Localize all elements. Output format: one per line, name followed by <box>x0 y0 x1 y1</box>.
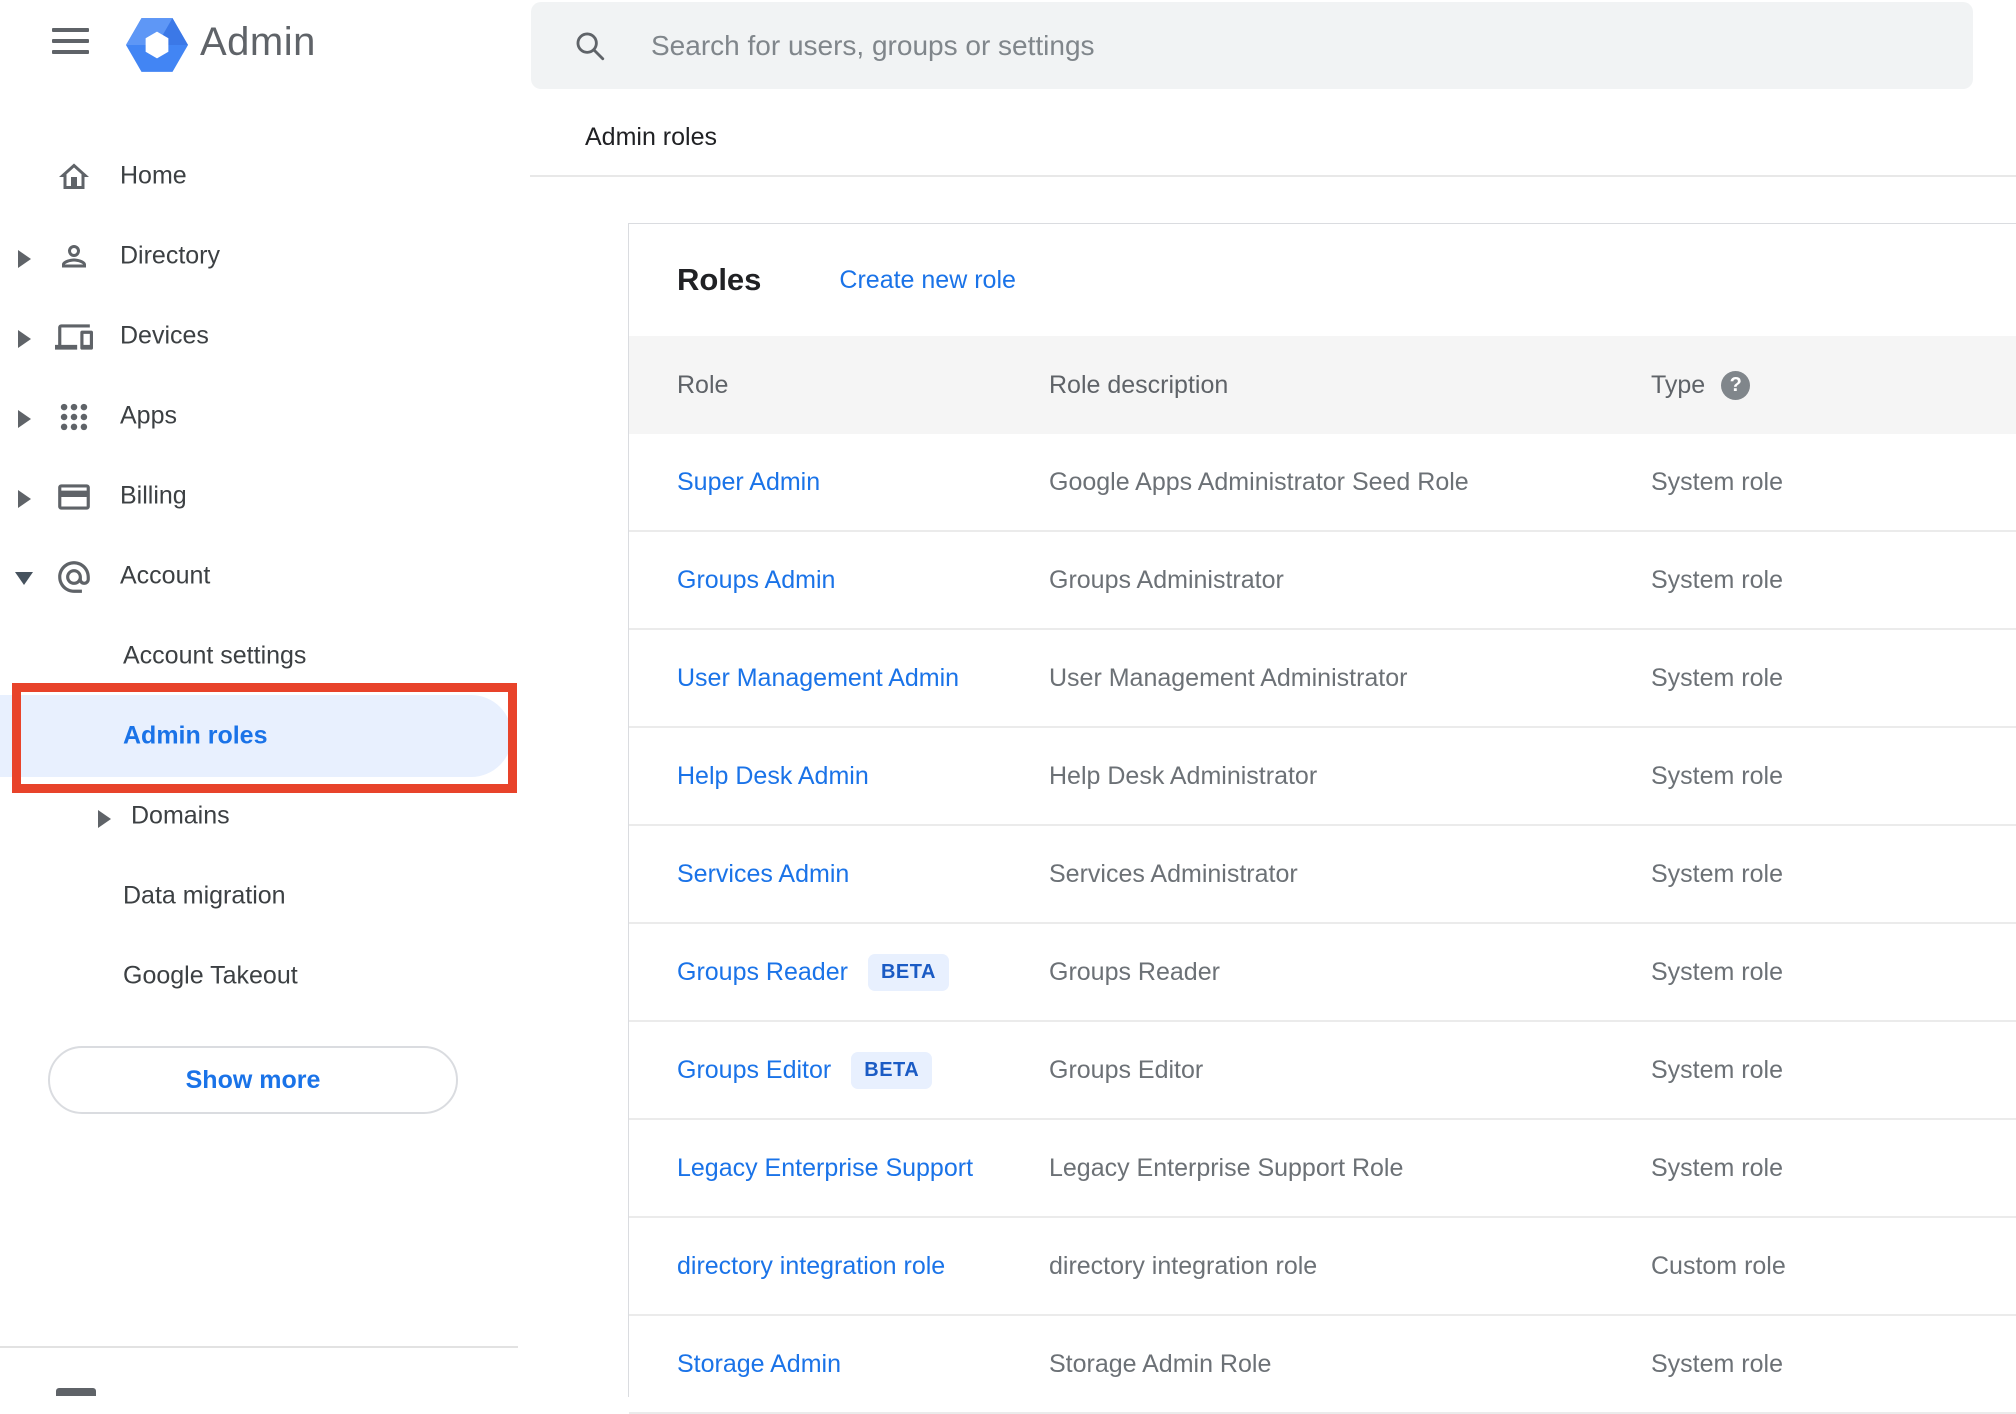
role-description-cell: User Management Administrator <box>1049 663 1408 692</box>
sidebar-item-label: Directory <box>120 241 221 270</box>
table-row: Help Desk Admin Help Desk Administrator Sy… <box>629 728 2016 826</box>
role-description-cell: Groups Editor <box>1049 1055 1204 1084</box>
sidebar-item-label: Account <box>120 561 211 590</box>
role-link[interactable]: Groups Admin <box>677 566 835 595</box>
table-row: directory integration role directory inte… <box>629 1218 2016 1316</box>
sidebar-item-home[interactable]: Home <box>0 136 530 216</box>
table-row: Groups Admin Groups Administrator System r… <box>629 532 2016 630</box>
role-link[interactable]: User Management Admin <box>677 664 959 693</box>
breadcrumb: Admin roles <box>585 123 717 151</box>
table-row: Services Admin Services Administrator Syst… <box>629 826 2016 924</box>
collapse-arrow-icon <box>15 572 33 585</box>
sidebar-item-google-takeout[interactable]: Google Takeout <box>0 936 530 1016</box>
role-description-cell: directory integration role <box>1049 1251 1318 1280</box>
annotation-highlight-box <box>12 683 517 793</box>
table-header-row: Role Role description Type ? <box>629 336 2016 434</box>
table-row: User Management Admin User Management Adm… <box>629 630 2016 728</box>
sidebar-item-label: Account settings <box>123 641 307 670</box>
card-title: Roles <box>677 262 762 297</box>
role-type-cell: System role <box>1651 957 1783 986</box>
sidebar-item-devices[interactable]: Devices <box>0 296 530 376</box>
table-row: Storage Admin Storage Admin Role System ro… <box>629 1316 2016 1414</box>
sidebar: Admin Home Directory Devices Apps Billing Acc… <box>0 0 530 1396</box>
header-divider <box>530 175 2016 177</box>
apps-grid-icon <box>55 398 93 436</box>
sidebar-item-label: Domains <box>131 801 230 830</box>
sidebar-bottom-divider <box>0 1346 518 1348</box>
role-type-cell: System role <box>1651 1153 1783 1182</box>
table-row: Legacy Enterprise Support Legacy Enterpri… <box>629 1120 2016 1218</box>
expand-arrow-icon <box>98 810 111 828</box>
sidebar-item-apps[interactable]: Apps <box>0 376 530 456</box>
role-link[interactable]: Groups Reader <box>677 958 848 987</box>
sidebar-item-directory[interactable]: Directory <box>0 216 530 296</box>
card-header: Roles Create new role <box>629 224 2016 336</box>
role-type-cell: System role <box>1651 859 1783 888</box>
role-link[interactable]: Legacy Enterprise Support <box>677 1154 973 1183</box>
sidebar-item-label: Google Takeout <box>123 961 298 990</box>
credit-card-icon <box>55 478 93 516</box>
column-header-role-description: Role description <box>1049 370 1229 399</box>
roles-table-body: Super Admin Google Apps Administrator See… <box>629 434 2016 1414</box>
role-link[interactable]: Services Admin <box>677 860 849 889</box>
column-header-role: Role <box>677 370 729 399</box>
sidebar-nav: Home Directory Devices Apps Billing Account Ac… <box>0 136 530 1016</box>
column-header-type: Type <box>1651 370 1706 399</box>
expand-arrow-icon <box>18 410 31 428</box>
sidebar-item-label: Data migration <box>123 881 286 910</box>
role-description-cell: Storage Admin Role <box>1049 1349 1272 1378</box>
expand-arrow-icon <box>18 490 31 508</box>
help-icon[interactable]: ? <box>1721 370 1751 400</box>
sidebar-item-label: Devices <box>120 321 209 350</box>
sidebar-item-billing[interactable]: Billing <box>0 456 530 536</box>
role-type-cell: System role <box>1651 467 1783 496</box>
devices-icon <box>55 318 93 356</box>
search-icon <box>576 32 605 60</box>
search-bar[interactable] <box>531 2 1973 89</box>
role-type-cell: System role <box>1651 1349 1783 1378</box>
beta-badge: BETA <box>851 1051 933 1089</box>
google-admin-logo-icon <box>126 16 188 79</box>
sidebar-item-label: Billing <box>120 481 187 510</box>
role-type-cell: System role <box>1651 663 1783 692</box>
role-description-cell: Help Desk Administrator <box>1049 761 1318 790</box>
create-new-role-link[interactable]: Create new role <box>839 266 1015 295</box>
role-description-cell: Groups Reader <box>1049 957 1220 986</box>
role-link[interactable]: Groups Editor <box>677 1056 831 1085</box>
table-row: Groups Reader BETA Groups Reader System rol… <box>629 924 2016 1022</box>
beta-badge: BETA <box>867 953 949 991</box>
role-link[interactable]: directory integration role <box>677 1252 945 1281</box>
role-description-cell: Legacy Enterprise Support Role <box>1049 1153 1404 1182</box>
role-type-cell: System role <box>1651 1055 1783 1084</box>
sidebar-item-data-migration[interactable]: Data migration <box>0 856 530 936</box>
expand-arrow-icon <box>18 330 31 348</box>
role-link[interactable]: Storage Admin <box>677 1350 841 1379</box>
role-type-cell: System role <box>1651 565 1783 594</box>
app-title: Admin <box>200 20 316 64</box>
at-sign-icon <box>55 558 93 596</box>
role-description-cell: Groups Administrator <box>1049 565 1284 594</box>
hamburger-menu-icon[interactable] <box>52 28 89 58</box>
roles-card: Roles Create new role Role Role descript… <box>628 223 2016 1414</box>
role-link[interactable]: Super Admin <box>677 468 820 497</box>
role-description-cell: Services Administrator <box>1049 859 1298 888</box>
role-link[interactable]: Help Desk Admin <box>677 762 869 791</box>
cutoff-bottom-icon <box>56 1388 96 1396</box>
home-icon <box>55 158 93 196</box>
show-more-button[interactable]: Show more <box>48 1046 458 1114</box>
role-description-cell: Google Apps Administrator Seed Role <box>1049 467 1469 496</box>
sidebar-item-account[interactable]: Account <box>0 536 530 616</box>
sidebar-item-label: Apps <box>120 401 177 430</box>
search-input[interactable] <box>651 29 1973 62</box>
table-row: Groups Editor BETA Groups Editor System rol… <box>629 1022 2016 1120</box>
expand-arrow-icon <box>18 250 31 268</box>
role-type-cell: System role <box>1651 761 1783 790</box>
table-row: Super Admin Google Apps Administrator See… <box>629 434 2016 532</box>
person-icon <box>55 238 93 276</box>
sidebar-item-label: Home <box>120 161 187 190</box>
role-type-cell: Custom role <box>1651 1251 1786 1280</box>
